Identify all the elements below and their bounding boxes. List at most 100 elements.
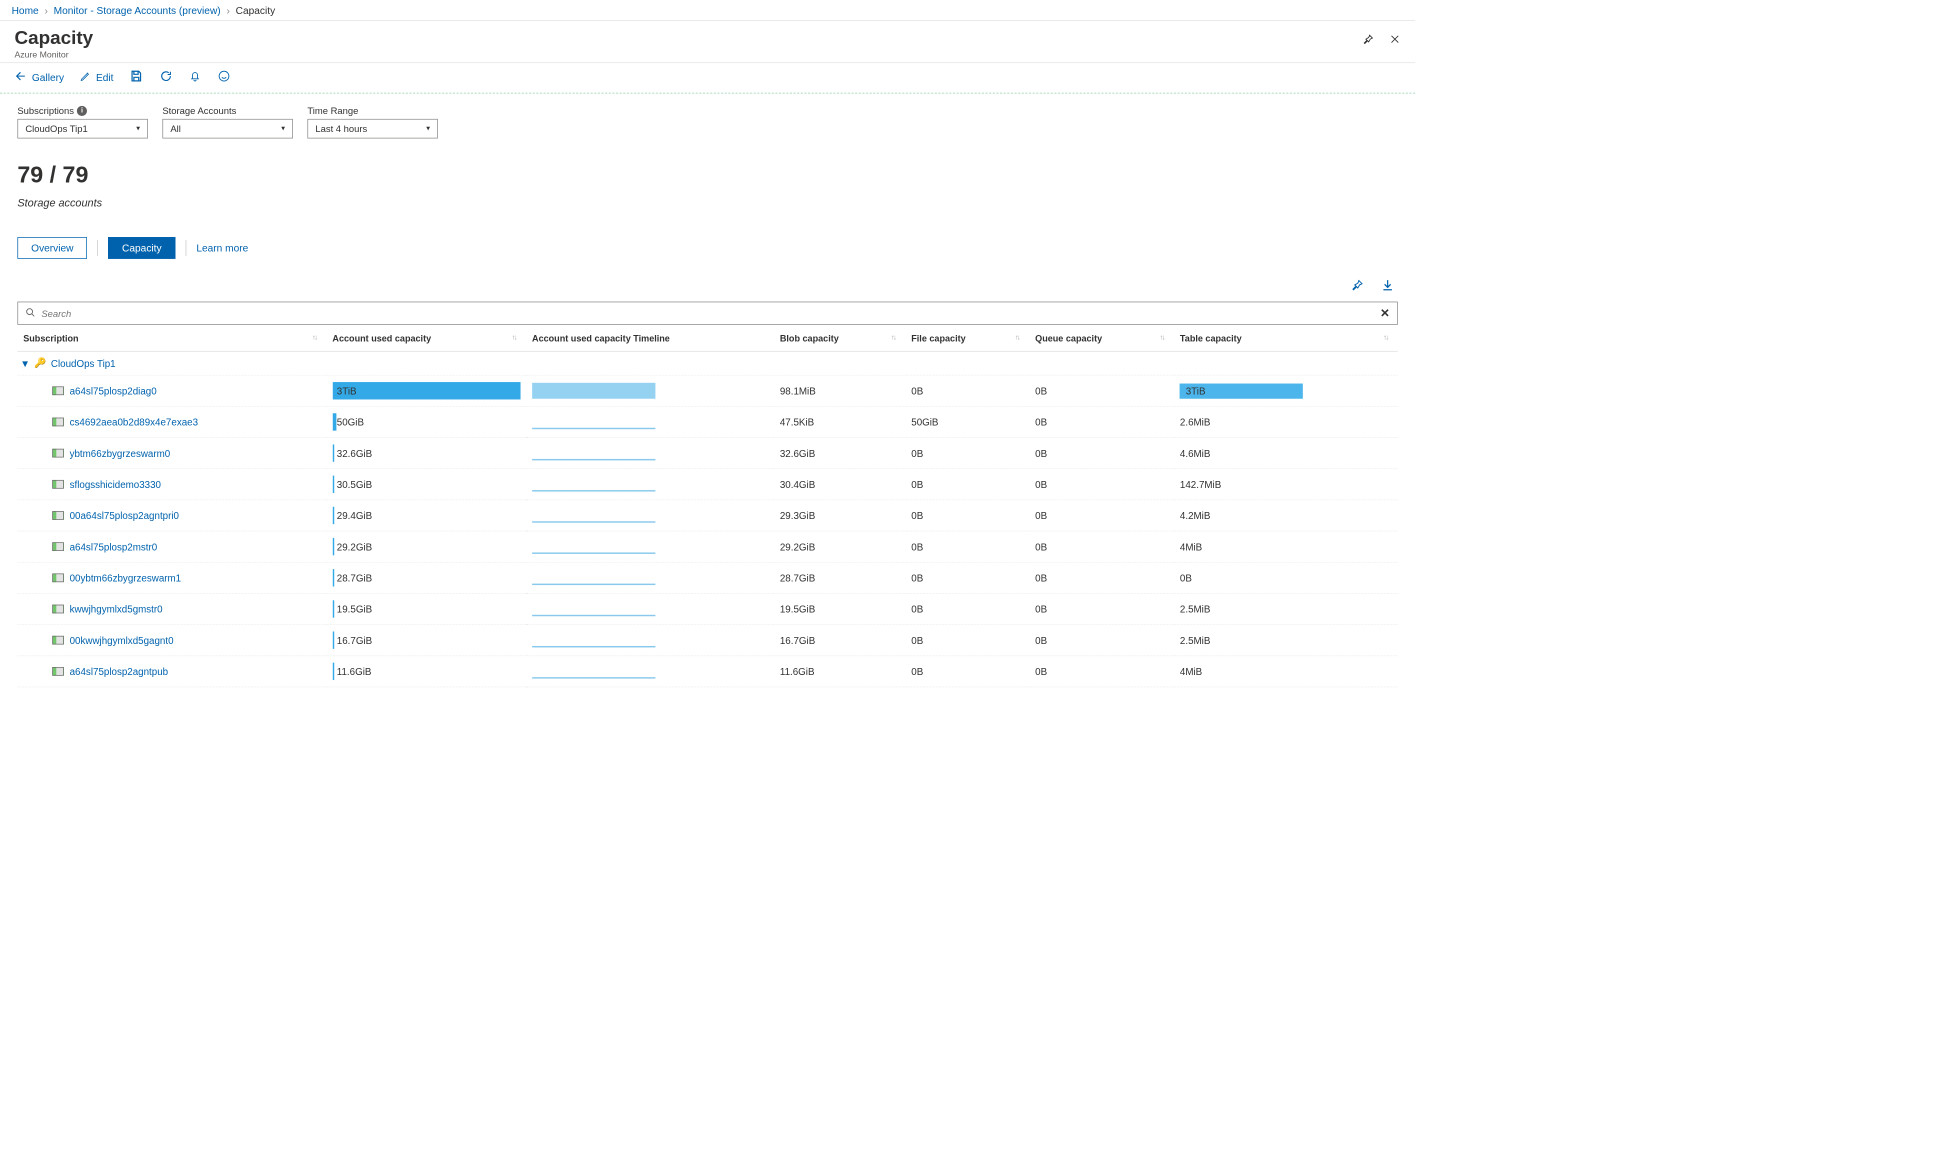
chevron-down-icon: ▾	[426, 125, 430, 133]
table-capacity-cell: 2.5MiB	[1174, 593, 1398, 624]
search-icon	[25, 307, 35, 319]
storage-account-link[interactable]: a64sl75plosp2agntpub	[23, 666, 321, 677]
used-capacity-bar: 32.6GiB	[332, 444, 520, 461]
tab-overview[interactable]: Overview	[17, 237, 87, 259]
pin-icon[interactable]	[1362, 33, 1375, 48]
file-capacity-cell: 0B	[905, 438, 1029, 469]
column-used-capacity[interactable]: Account used capacity↑↓	[327, 326, 527, 351]
table-row: kwwjhgymlxd5gmstr0 19.5GiB 19.5GiB 0B 0B…	[17, 593, 1397, 624]
blob-capacity-cell: 29.2GiB	[774, 531, 905, 562]
queue-capacity-cell: 0B	[1029, 500, 1174, 531]
storage-account-link[interactable]: 00a64sl75plosp2agntpri0	[23, 510, 321, 521]
storage-accounts-label: Storage Accounts	[162, 105, 293, 116]
edit-button[interactable]: Edit	[80, 70, 113, 84]
search-input[interactable]	[41, 308, 1374, 319]
storage-icon	[52, 480, 64, 489]
used-capacity-bar: 19.5GiB	[332, 600, 520, 617]
timeline-sparkline	[532, 445, 655, 461]
storage-account-link[interactable]: ybtm66zbygrzeswarm0	[23, 448, 321, 459]
file-capacity-cell: 0B	[905, 625, 1029, 656]
blob-capacity-cell: 47.5KiB	[774, 406, 905, 437]
smile-icon[interactable]	[218, 70, 231, 85]
table-capacity-cell: 0B	[1174, 562, 1398, 593]
storage-accounts-dropdown[interactable]: All▾	[162, 119, 293, 139]
file-capacity-cell: 0B	[905, 593, 1029, 624]
blob-capacity-cell: 98.1MiB	[774, 375, 905, 406]
capacity-table: Subscription↑↓ Account used capacity↑↓ A…	[17, 326, 1397, 687]
file-capacity-cell: 0B	[905, 656, 1029, 687]
time-range-dropdown[interactable]: Last 4 hours▾	[307, 119, 438, 139]
queue-capacity-cell: 0B	[1029, 438, 1174, 469]
storage-icon	[52, 667, 64, 676]
page-header: Capacity Azure Monitor	[0, 21, 1415, 63]
download-icon[interactable]	[1380, 278, 1395, 295]
storage-icon	[52, 573, 64, 582]
table-capacity-cell: 4.2MiB	[1174, 500, 1398, 531]
subscription-group-name: CloudOps Tip1	[51, 358, 116, 369]
time-range-label: Time Range	[307, 105, 438, 116]
breadcrumb-monitor[interactable]: Monitor - Storage Accounts (preview)	[54, 4, 221, 16]
close-icon[interactable]	[1389, 33, 1401, 47]
blob-capacity-cell: 29.3GiB	[774, 500, 905, 531]
storage-icon	[52, 386, 64, 395]
column-blob[interactable]: Blob capacity↑↓	[774, 326, 905, 351]
storage-account-link[interactable]: 00kwwjhgymlxd5gagnt0	[23, 635, 321, 646]
storage-account-link[interactable]: kwwjhgymlxd5gmstr0	[23, 604, 321, 615]
subscriptions-label: Subscriptions i	[17, 105, 148, 116]
storage-icon	[52, 511, 64, 520]
column-queue[interactable]: Queue capacity↑↓	[1029, 326, 1174, 351]
blob-capacity-cell: 32.6GiB	[774, 438, 905, 469]
refresh-icon[interactable]	[160, 70, 173, 85]
learn-more-link[interactable]: Learn more	[196, 242, 248, 254]
timeline-sparkline	[532, 601, 655, 617]
timeline-sparkline	[532, 414, 655, 430]
queue-capacity-cell: 0B	[1029, 562, 1174, 593]
queue-capacity-cell: 0B	[1029, 593, 1174, 624]
filter-bar: Subscriptions i CloudOps Tip1▾ Storage A…	[17, 94, 1397, 145]
breadcrumb-home[interactable]: Home	[12, 4, 39, 16]
storage-account-count: 79 / 79	[17, 162, 1397, 189]
storage-account-link[interactable]: cs4692aea0b2d89x4e7exae3	[23, 417, 321, 428]
table-row: a64sl75plosp2agntpub 11.6GiB 11.6GiB 0B …	[17, 656, 1397, 687]
storage-account-link[interactable]: a64sl75plosp2diag0	[23, 385, 321, 396]
save-icon[interactable]	[129, 69, 144, 86]
divider	[185, 240, 186, 256]
chevron-right-icon: ›	[44, 4, 47, 16]
breadcrumb-current: Capacity	[236, 4, 275, 16]
table-row: 00kwwjhgymlxd5gagnt0 16.7GiB 16.7GiB 0B …	[17, 625, 1397, 656]
key-icon: 🔑	[34, 357, 46, 369]
used-capacity-bar: 30.5GiB	[332, 476, 520, 493]
used-capacity-bar: 29.4GiB	[332, 507, 520, 524]
tab-capacity[interactable]: Capacity	[108, 237, 175, 259]
pin-icon[interactable]	[1350, 278, 1365, 295]
column-subscription[interactable]: Subscription↑↓	[17, 326, 326, 351]
storage-account-count-caption: Storage accounts	[17, 197, 1397, 209]
column-timeline[interactable]: Account used capacity Timeline	[526, 326, 774, 351]
queue-capacity-cell: 0B	[1029, 531, 1174, 562]
queue-capacity-cell: 0B	[1029, 406, 1174, 437]
table-row: sflogsshicidemo3330 30.5GiB 30.4GiB 0B 0…	[17, 469, 1397, 500]
blob-capacity-cell: 28.7GiB	[774, 562, 905, 593]
timeline-sparkline	[532, 632, 655, 648]
subscriptions-dropdown[interactable]: CloudOps Tip1▾	[17, 119, 148, 139]
info-icon[interactable]: i	[77, 105, 87, 115]
storage-account-link[interactable]: 00ybtm66zbygrzeswarm1	[23, 572, 321, 583]
gallery-button[interactable]: Gallery	[15, 70, 65, 85]
used-capacity-bar: 16.7GiB	[332, 631, 520, 648]
clear-search-icon[interactable]: ✕	[1380, 306, 1390, 321]
used-capacity-bar: 11.6GiB	[332, 663, 520, 680]
breadcrumb: Home › Monitor - Storage Accounts (previ…	[0, 0, 1415, 21]
table-capacity-cell: 2.5MiB	[1174, 625, 1398, 656]
storage-account-link[interactable]: sflogsshicidemo3330	[23, 479, 321, 490]
table-capacity-cell: 142.7MiB	[1174, 469, 1398, 500]
file-capacity-cell: 0B	[905, 500, 1029, 531]
search-box[interactable]: ✕	[17, 302, 1397, 325]
bell-icon[interactable]	[189, 70, 202, 85]
column-table[interactable]: Table capacity↑↓	[1174, 326, 1398, 351]
subscription-group-row[interactable]: ▼ 🔑 CloudOps Tip1	[17, 351, 1397, 375]
queue-capacity-cell: 0B	[1029, 469, 1174, 500]
queue-capacity-cell: 0B	[1029, 625, 1174, 656]
storage-account-link[interactable]: a64sl75plosp2mstr0	[23, 541, 321, 552]
column-file[interactable]: File capacity↑↓	[905, 326, 1029, 351]
table-capacity-cell: 4MiB	[1174, 656, 1398, 687]
